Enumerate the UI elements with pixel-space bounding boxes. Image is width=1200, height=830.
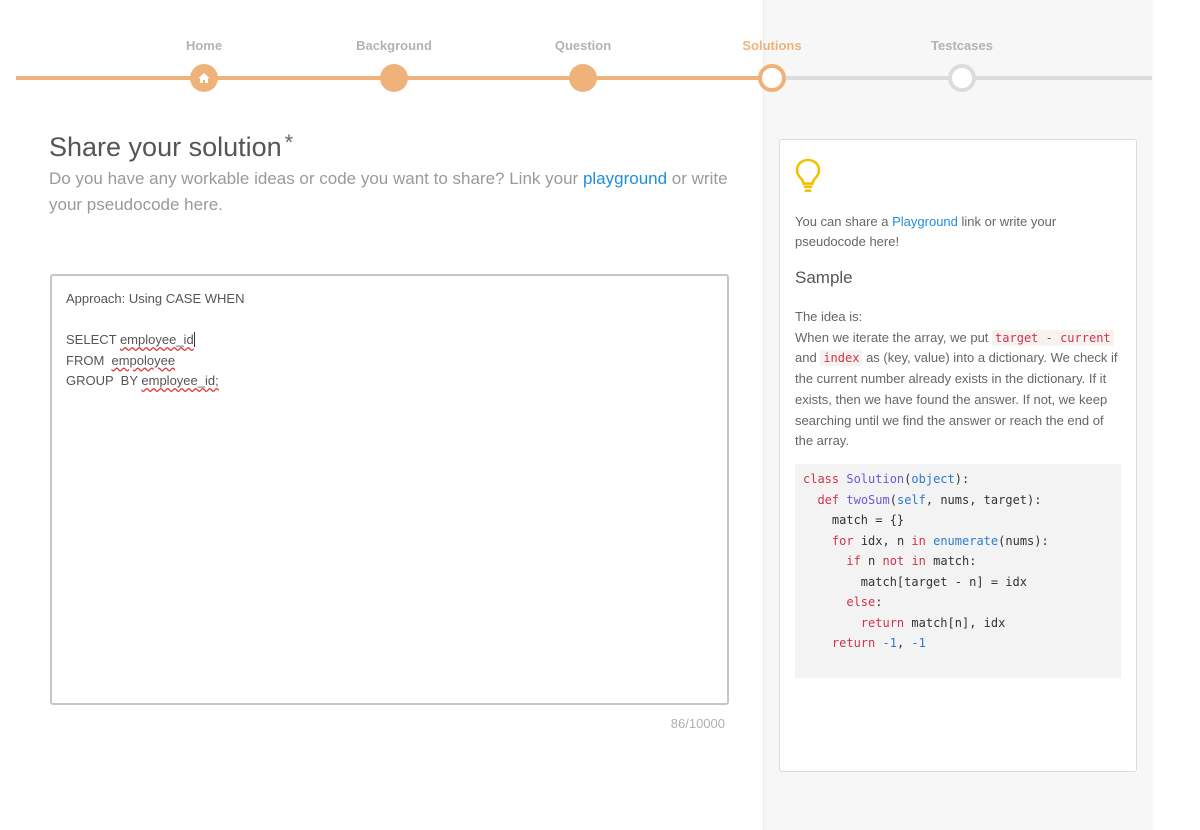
subtitle-text-before: Do you have any workable ideas or code y… <box>49 169 579 188</box>
code-line: else: <box>846 595 883 609</box>
page-title: Share your solution * <box>49 130 293 163</box>
misspelled-word: empoloyee <box>111 352 176 368</box>
editor-line: Approach: Using CASE WHEN <box>66 291 245 306</box>
sample-code-block: class Solution(object): def twoSum(self,… <box>795 464 1121 678</box>
page-subtitle: Do you have any workable ideas or code y… <box>49 166 729 218</box>
code-line: return match[n], idx <box>860 615 1006 630</box>
misspelled-word: employee_id <box>119 332 194 347</box>
code-line: match = {} <box>831 513 905 527</box>
step-label-background[interactable]: Background <box>334 38 454 53</box>
editor-line-empty <box>66 310 713 331</box>
tip-text: You can share a Playground link or write… <box>795 212 1125 252</box>
editor-text: FROM <box>66 352 112 368</box>
sample-heading: Sample <box>795 268 853 287</box>
code-line: match[target - n] = idx <box>860 574 1027 589</box>
home-icon <box>198 73 210 83</box>
character-counter: 86/10000 <box>670 716 725 731</box>
step-node-home[interactable] <box>190 64 218 92</box>
progress-stepper: Home Background Question Solutions Testc… <box>0 0 1200 110</box>
sample-explanation: The idea is: When we iterate the array, … <box>795 307 1125 452</box>
tip-text-before: You can share a <box>795 214 889 229</box>
code-line: for idx, n in enumerate(nums): <box>831 533 1049 548</box>
step-node-question[interactable] <box>569 64 597 92</box>
idea-text: and <box>795 350 817 366</box>
lightbulb-icon <box>795 158 821 192</box>
idea-body: When we iterate the array, we put target… <box>795 328 1125 452</box>
solution-textarea[interactable]: Approach: Using CASE WHEN SELECT employe… <box>50 274 729 705</box>
editor-line: SELECT employee_id <box>66 330 713 351</box>
inline-code: target - current <box>992 329 1114 346</box>
step-label-testcases[interactable]: Testcases <box>902 38 1022 53</box>
step-label-question[interactable]: Question <box>523 38 643 53</box>
step-node-testcases[interactable] <box>948 64 976 92</box>
code-line: class Solution(object): <box>803 472 970 486</box>
step-label-home[interactable]: Home <box>144 38 264 53</box>
page-title-text: Share your solution <box>49 132 282 162</box>
step-label-solutions[interactable]: Solutions <box>712 38 832 53</box>
editor-line: FROM empoloyee <box>66 351 713 372</box>
editor-text: GROUP BY <box>66 373 142 388</box>
code-line: return -1, -1 <box>831 636 926 650</box>
inline-code: index <box>820 350 863 367</box>
required-mark: * <box>284 130 294 155</box>
editor-text: SELECT <box>66 332 120 347</box>
misspelled-word: employee_id; <box>141 373 219 388</box>
code-line: if n not in match: <box>846 554 977 568</box>
step-node-background[interactable] <box>380 64 408 92</box>
idea-text: When we iterate the array, we put <box>795 329 989 345</box>
text-cursor <box>193 332 195 347</box>
editor-line: GROUP BY employee_id; <box>66 371 713 392</box>
code-line: def twoSum(self, nums, target): <box>817 492 1042 507</box>
step-node-solutions[interactable] <box>758 64 786 92</box>
idea-intro: The idea is: <box>795 309 863 324</box>
tip-card: You can share a Playground link or write… <box>779 139 1137 772</box>
playground-tip-link[interactable]: Playground <box>892 214 958 229</box>
playground-link[interactable]: playground <box>583 169 667 188</box>
